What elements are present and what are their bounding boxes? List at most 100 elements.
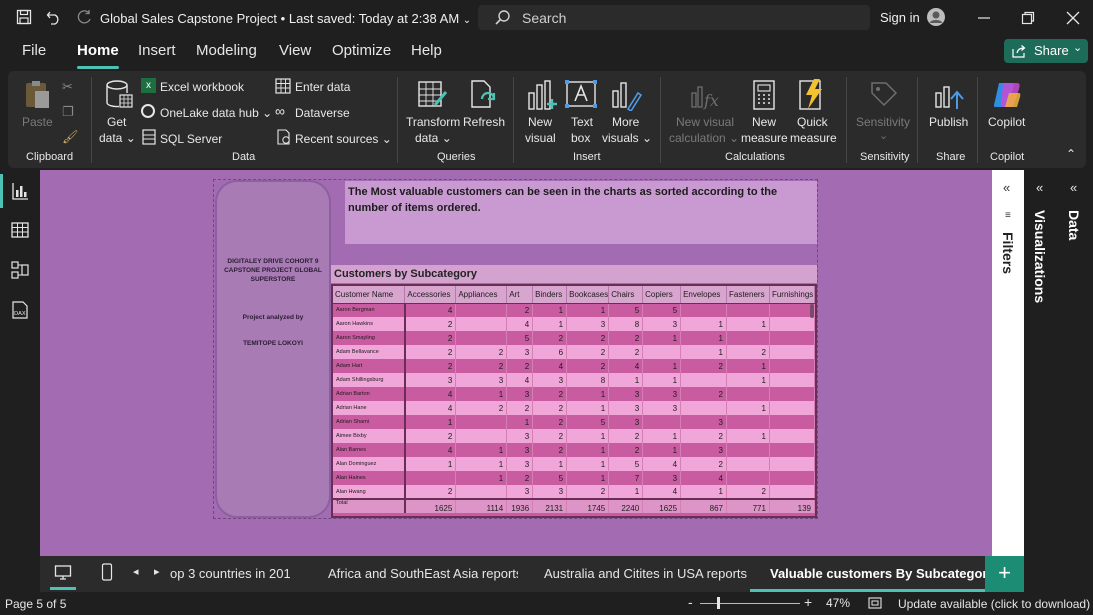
page-tab[interactable]: Africa and SouthEast Asia reports: [328, 556, 518, 592]
quick-measure-label-2[interactable]: measure: [790, 131, 837, 145]
table-row[interactable]: Aimee Bixby 2 3 2 1 2 1 2 1: [333, 429, 815, 443]
excel-workbook-button[interactable]: Excel workbook: [160, 80, 244, 94]
search-input[interactable]: Search: [478, 5, 870, 30]
table-row[interactable]: Alan Hwang 2 3 3 2 1 4 1 2: [333, 485, 815, 499]
menu-insert[interactable]: Insert: [138, 42, 176, 59]
column-header[interactable]: Customer Name: [333, 286, 406, 304]
scroll-tabs-left-icon[interactable]: ◂: [133, 565, 139, 578]
sql-server-button[interactable]: SQL Server: [160, 132, 222, 146]
column-header[interactable]: Fasteners: [726, 286, 770, 304]
menu-help[interactable]: Help: [411, 42, 442, 59]
format-painter-icon[interactable]: 🖌: [62, 129, 79, 145]
table-row[interactable]: Alan Dominguez 1 1 3 1 1 5 4 2: [333, 457, 815, 471]
table-row[interactable]: Aaron Hawkins 2 4 1 3 8 3 1 1: [333, 317, 815, 331]
table-view-icon[interactable]: [10, 220, 30, 240]
data-pane[interactable]: « Data: [1058, 170, 1093, 600]
new-visual-label[interactable]: New: [528, 115, 552, 129]
filters-pane[interactable]: « ≡ Filters: [992, 170, 1024, 556]
desktop-layout-icon[interactable]: [54, 564, 72, 582]
copy-icon[interactable]: ❐: [62, 104, 74, 120]
collapse-ribbon-icon[interactable]: ⌃: [1066, 147, 1076, 161]
column-header[interactable]: Envelopes: [680, 286, 727, 304]
table-row[interactable]: Adam Bellavance 2 2 3 6 2 2 1 2: [333, 345, 815, 359]
column-header[interactable]: Chairs: [608, 286, 644, 304]
table-row[interactable]: Adam Hart 2 2 2 4 2 4 1 2 1: [333, 359, 815, 373]
expand-data-icon[interactable]: «: [1070, 180, 1077, 195]
sign-in-link[interactable]: Sign in: [880, 10, 920, 25]
vertical-scrollbar[interactable]: [810, 304, 814, 318]
more-visuals-label-2[interactable]: visuals ⌄: [602, 131, 652, 145]
close-icon[interactable]: [1066, 11, 1080, 25]
redo-icon[interactable]: [76, 9, 92, 25]
expand-visualizations-icon[interactable]: «: [1036, 180, 1043, 195]
account-icon[interactable]: [926, 7, 946, 27]
onelake-data-hub-button[interactable]: OneLake data hub ⌄: [160, 106, 272, 120]
column-header[interactable]: Copiers: [642, 286, 682, 304]
share-button[interactable]: Share ⌄: [1004, 39, 1088, 63]
restore-icon[interactable]: [1021, 11, 1035, 25]
column-header[interactable]: Art: [506, 286, 534, 304]
recent-sources-button[interactable]: Recent sources ⌄: [295, 132, 392, 146]
scroll-tabs-right-icon[interactable]: ▸: [154, 565, 160, 578]
copilot-button[interactable]: Copilot: [988, 115, 1025, 129]
table-row[interactable]: Aaron Smayling 2 5 2 2 2 1 1: [333, 331, 815, 345]
save-icon[interactable]: [16, 9, 32, 25]
document-title[interactable]: Global Sales Capstone Project • Last sav…: [100, 11, 471, 26]
menu-modeling[interactable]: Modeling: [196, 42, 257, 59]
visualizations-pane[interactable]: « Visualizations: [1024, 170, 1058, 600]
get-data-label-2[interactable]: data ⌄: [99, 131, 136, 145]
undo-icon[interactable]: [46, 9, 62, 25]
add-page-button[interactable]: +: [985, 556, 1024, 592]
quick-measure-label[interactable]: Quick: [797, 115, 828, 129]
table-row[interactable]: Aaron Bergman 4 2 1 1 5 5: [333, 303, 815, 317]
table-row[interactable]: Adrian Barton 4 1 3 2 1 3 3 2: [333, 387, 815, 401]
menu-file[interactable]: File: [22, 42, 46, 59]
column-header[interactable]: Binders: [532, 286, 568, 304]
column-header[interactable]: Furnishings: [769, 286, 815, 304]
page-tab[interactable]: op 3 countries in 2014: [170, 556, 290, 592]
zoom-out-button[interactable]: -: [688, 594, 693, 610]
dax-query-view-icon[interactable]: DAX: [10, 300, 30, 320]
title-side-panel[interactable]: DIGITALEY DRIVE COHORT 9 CAPSTONE PROJEC…: [215, 180, 331, 518]
page-tab-active[interactable]: Valuable customers By Subcategory: [750, 556, 985, 592]
mobile-layout-icon[interactable]: [101, 563, 113, 581]
cut-icon[interactable]: ✂: [62, 79, 73, 95]
update-available-link[interactable]: Update available (click to download): [898, 597, 1090, 611]
table-row[interactable]: Adrian Hane 4 2 2 2 1 3 3 1: [333, 401, 815, 415]
table-row[interactable]: Alan Haines 1 2 5 1 7 3 4: [333, 471, 815, 485]
zoom-slider-thumb[interactable]: [717, 597, 720, 609]
menu-home[interactable]: Home: [77, 42, 119, 69]
paste-button[interactable]: Paste: [22, 115, 53, 129]
table-row[interactable]: Adrian Shami 1 1 2 5 3 3: [333, 415, 815, 429]
fit-to-page-icon[interactable]: [868, 597, 882, 609]
model-view-icon[interactable]: [10, 260, 30, 280]
transform-data-label[interactable]: Transform: [406, 115, 460, 129]
dataverse-button[interactable]: Dataverse: [295, 106, 350, 120]
refresh-button[interactable]: Refresh: [463, 115, 505, 129]
minimize-icon[interactable]: [977, 11, 991, 25]
text-box-label[interactable]: Text: [571, 115, 593, 129]
publish-button[interactable]: Publish: [929, 115, 968, 129]
menu-view[interactable]: View: [279, 42, 311, 59]
zoom-slider[interactable]: [700, 603, 800, 604]
get-data-label[interactable]: Get: [107, 115, 126, 129]
page-tab[interactable]: Australia and Citites in USA reports: [544, 556, 754, 592]
expand-filters-icon[interactable]: «: [1003, 180, 1010, 195]
transform-data-label-2[interactable]: data ⌄: [415, 131, 452, 145]
column-header[interactable]: Appliances: [455, 286, 508, 304]
table-row[interactable]: Alan Barnes 4 1 3 2 1 2 1 3: [333, 443, 815, 457]
new-measure-label[interactable]: New: [752, 115, 776, 129]
text-box-label-2[interactable]: box: [571, 131, 590, 145]
customers-by-subcategory-matrix[interactable]: Customer Name Accessories Appliances Art…: [331, 284, 817, 518]
menu-optimize[interactable]: Optimize: [332, 42, 391, 59]
new-measure-label-2[interactable]: measure: [741, 131, 788, 145]
report-view-icon[interactable]: [10, 181, 30, 201]
table-row[interactable]: Adam Shillingsburg 3 3 4 3 8 1 1 1: [333, 373, 815, 387]
zoom-in-button[interactable]: +: [804, 594, 812, 610]
more-visuals-label[interactable]: More: [612, 115, 639, 129]
column-header[interactable]: Accessories: [404, 286, 457, 304]
column-header[interactable]: Bookcases: [566, 286, 610, 304]
enter-data-button[interactable]: Enter data: [295, 80, 350, 94]
new-visual-label-2[interactable]: visual: [525, 131, 556, 145]
description-textbox[interactable]: The Most valuable customers can be seen …: [345, 181, 817, 244]
